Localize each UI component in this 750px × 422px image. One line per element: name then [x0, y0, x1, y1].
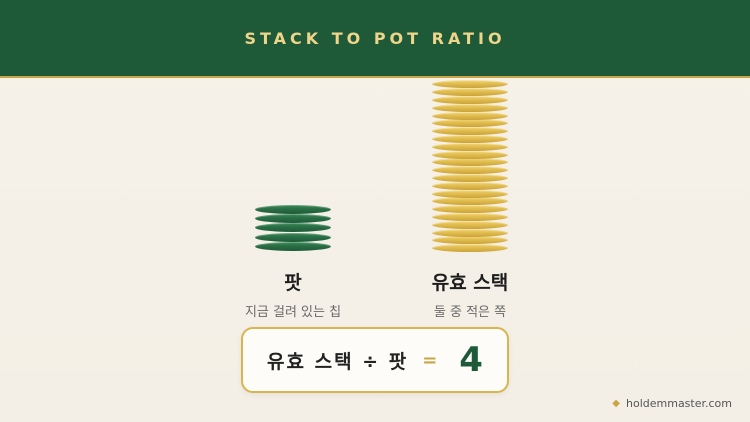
stack-chip — [432, 213, 508, 221]
stack-chip — [432, 166, 508, 175]
stack-chip — [432, 80, 508, 89]
stack-chip — [432, 244, 508, 253]
stack-chip — [432, 127, 508, 136]
pot-chip — [255, 241, 331, 251]
stack-chip — [432, 174, 508, 182]
stack-chip — [432, 181, 508, 190]
pot-chip — [255, 214, 331, 224]
brand-credit: ◆ holdemmaster.com — [612, 397, 732, 410]
stack-chip — [432, 189, 508, 198]
stack-chip — [432, 103, 508, 112]
pot-chip — [255, 223, 331, 233]
page-title: STACK TO POT RATIO — [244, 28, 506, 48]
stack-chip — [432, 88, 508, 97]
diamond-icon: ◆ — [612, 398, 620, 409]
stack-label-block: 유효 스택 둘 중 적은 쪽 — [390, 268, 550, 320]
stack-description: 둘 중 적은 쪽 — [433, 305, 507, 320]
stack-chip — [432, 96, 508, 104]
stack-chip — [432, 236, 508, 245]
stack-chip — [432, 119, 508, 128]
stack-chip — [432, 220, 508, 229]
pot-description: 지금 걸려 있는 칩 — [244, 305, 342, 320]
stack-chip — [432, 142, 508, 151]
pot-chip — [255, 232, 331, 242]
title-banner: STACK TO POT RATIO — [0, 0, 750, 78]
stack-label: 유효 스택 — [431, 272, 509, 294]
stack-chip — [432, 197, 508, 206]
effective-stack-chip-stack — [432, 80, 508, 253]
pot-chip — [255, 205, 331, 214]
formula-value: 4 — [459, 340, 483, 380]
stack-chip — [432, 135, 508, 143]
stack-chip — [432, 150, 508, 159]
formula-equals: = — [422, 349, 438, 371]
pot-label-block: 팟 지금 걸려 있는 칩 — [213, 268, 373, 320]
brand-text: holdemmaster.com — [626, 397, 732, 410]
stack-chip — [432, 158, 508, 167]
stack-chip — [432, 111, 508, 120]
stack-chip — [432, 205, 508, 214]
pot-chip-stack — [255, 205, 331, 251]
formula-expression: 유효 스택 ÷ 팟 — [267, 350, 409, 373]
formula-box: 유효 스택 ÷ 팟 = 4 — [241, 327, 509, 393]
stack-chip — [432, 228, 508, 237]
pot-label: 팟 — [284, 272, 302, 294]
